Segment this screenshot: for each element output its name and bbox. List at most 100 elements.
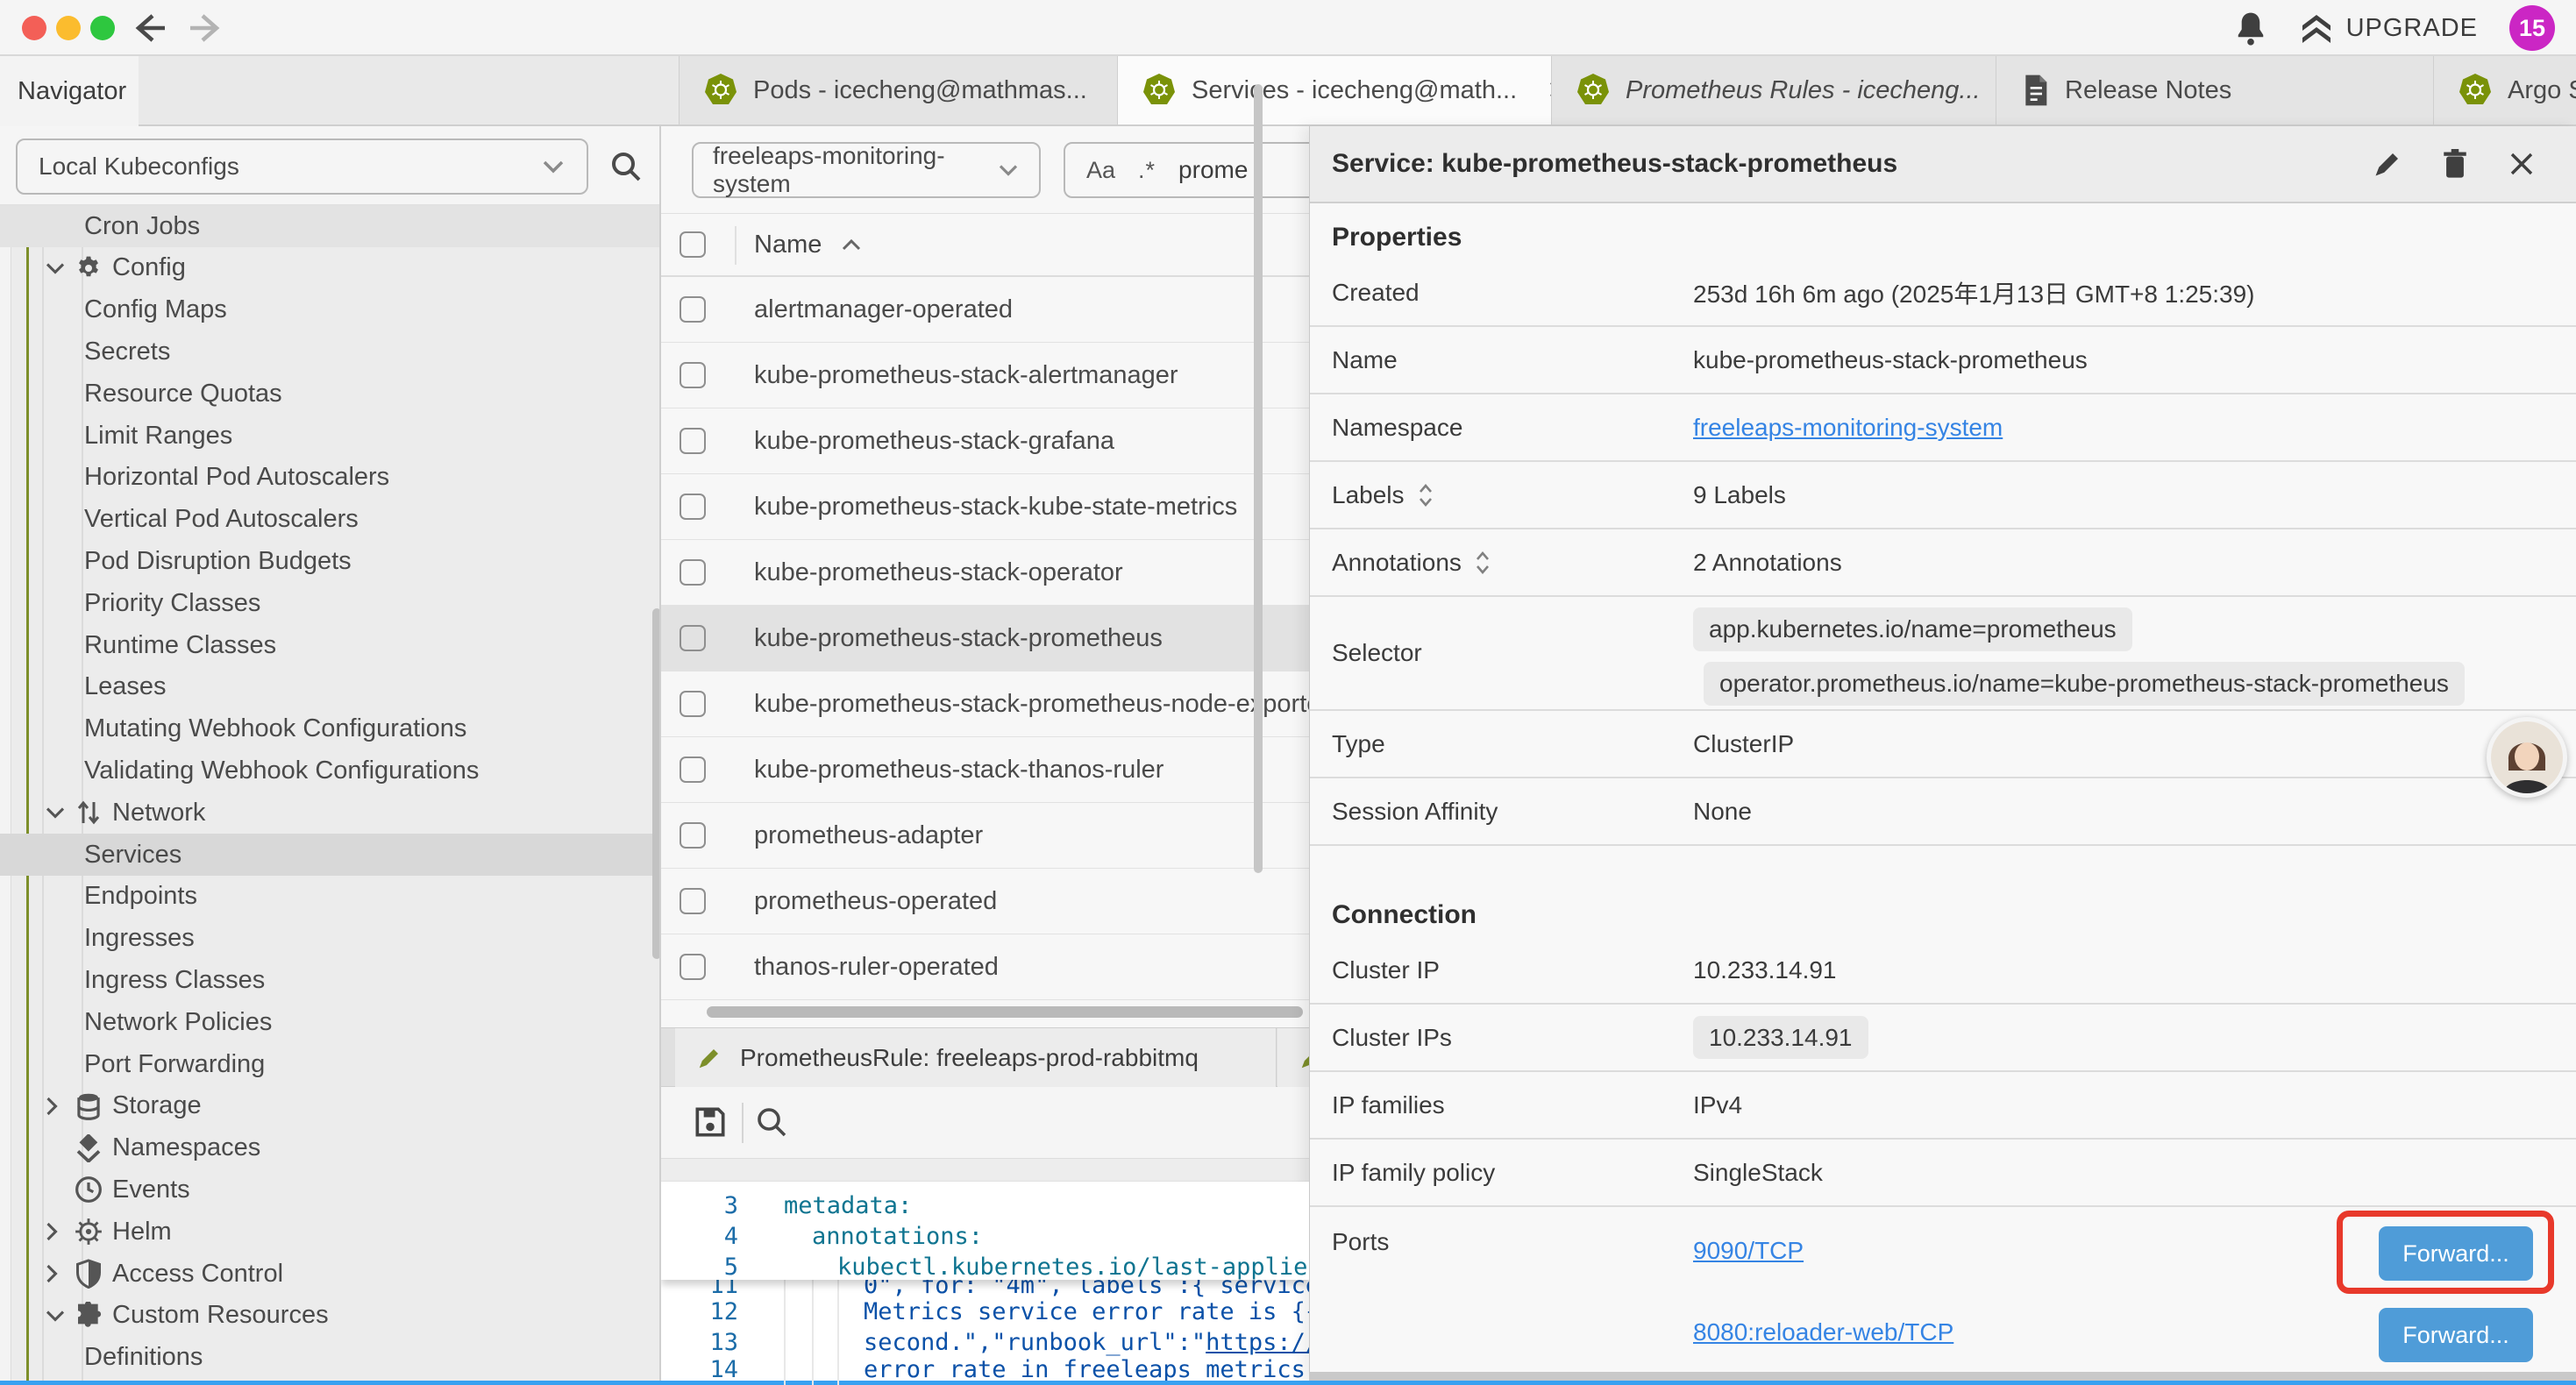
delete-trash-icon[interactable] xyxy=(2440,147,2470,181)
bell-icon[interactable] xyxy=(2234,10,2267,46)
forward-arrow-icon[interactable] xyxy=(187,11,225,46)
sidebar-item-mutating-webhook-configurations[interactable]: Mutating Webhook Configurations xyxy=(0,708,661,750)
sidebar-item-ingresses[interactable]: Ingresses xyxy=(0,918,661,960)
sidebar-item-secrets[interactable]: Secrets xyxy=(0,330,661,373)
sidebar-item-custom-resources[interactable]: Custom Resources xyxy=(0,1295,661,1337)
details-scrollbar[interactable] xyxy=(1254,84,1263,873)
regex-toggle[interactable]: .* xyxy=(1138,157,1156,184)
row-checkbox[interactable] xyxy=(680,296,706,323)
name-column-header[interactable]: Name xyxy=(754,231,862,259)
row-checkbox[interactable] xyxy=(680,954,706,980)
upgrade-button[interactable]: UPGRADE xyxy=(2299,11,2478,45)
window-tab-2[interactable]: Services - icecheng@math...✕ xyxy=(1118,56,1552,124)
port-link[interactable]: 8080:reloader-web/TCP xyxy=(1693,1318,1953,1346)
sidebar-item-services[interactable]: Services xyxy=(0,834,661,876)
notification-count-badge[interactable]: 15 xyxy=(2509,5,2555,51)
table-row[interactable]: prometheus-operated xyxy=(661,869,1309,934)
sidebar-item-vertical-pod-autoscalers[interactable]: Vertical Pod Autoscalers xyxy=(0,499,661,541)
chevron-right-icon[interactable] xyxy=(44,1262,60,1285)
sidebar-item-leases[interactable]: Leases xyxy=(0,666,661,708)
filter-input[interactable]: Aa .* prome xyxy=(1064,142,1309,198)
close-tab-icon[interactable]: ✕ xyxy=(1533,75,1552,106)
search-icon[interactable] xyxy=(754,1104,789,1140)
editor-tab-prometheusrule[interactable]: PrometheusRule: freeleaps-prod-rabbitmq xyxy=(675,1028,1277,1088)
sidebar-item-config-maps[interactable]: Config Maps xyxy=(0,289,661,331)
sidebar-item-horizontal-pod-autoscalers[interactable]: Horizontal Pod Autoscalers xyxy=(0,457,661,499)
navigator-tab[interactable]: Navigator xyxy=(0,56,139,126)
sidebar-item-namespaces[interactable]: Namespaces xyxy=(0,1127,661,1169)
sidebar-item-priority-classes[interactable]: Priority Classes xyxy=(0,582,661,624)
kubeconfig-select[interactable]: Local Kubeconfigs xyxy=(16,138,588,195)
traffic-light-close[interactable] xyxy=(22,16,46,40)
sidebar-item-cron-jobs[interactable]: Cron Jobs xyxy=(0,205,661,247)
close-icon[interactable] xyxy=(2507,149,2537,179)
chevron-right-icon[interactable] xyxy=(44,1095,60,1118)
traffic-light-maximize[interactable] xyxy=(90,16,115,40)
horizontal-scrollbar[interactable] xyxy=(707,1006,1303,1018)
sidebar-item-storage[interactable]: Storage xyxy=(0,1085,661,1127)
table-row[interactable]: kube-prometheus-stack-thanos-ruler xyxy=(661,737,1309,803)
search-icon[interactable] xyxy=(608,149,644,184)
sidebar-item-pod-disruption-budgets[interactable]: Pod Disruption Budgets xyxy=(0,540,661,582)
row-checkbox[interactable] xyxy=(680,691,706,717)
window-tab-1[interactable]: Pods - icecheng@mathmas... xyxy=(680,56,1118,124)
table-row[interactable]: kube-prometheus-stack-kube-state-metrics xyxy=(661,474,1309,540)
sidebar-item-config[interactable]: Config xyxy=(0,247,661,289)
detail-value: freeleaps-monitoring-system xyxy=(1693,414,2003,442)
row-checkbox[interactable] xyxy=(680,559,706,586)
table-row[interactable]: prometheus-adapter xyxy=(661,803,1309,869)
table-row[interactable]: kube-prometheus-stack-prometheus xyxy=(661,606,1309,671)
sidebar-item-port-forwarding[interactable]: Port Forwarding xyxy=(0,1043,661,1085)
sidebar-item-validating-webhook-configurations[interactable]: Validating Webhook Configurations xyxy=(0,749,661,792)
forward-button[interactable]: Forward... xyxy=(2379,1308,2533,1362)
sidebar-item-helm[interactable]: Helm xyxy=(0,1211,661,1253)
table-row[interactable]: kube-prometheus-stack-prometheus-node-ex… xyxy=(661,671,1309,737)
row-checkbox[interactable] xyxy=(680,362,706,388)
port-link[interactable]: 9090/TCP xyxy=(1693,1237,1804,1265)
sidebar-item-runtime-classes[interactable]: Runtime Classes xyxy=(0,624,661,666)
row-checkbox[interactable] xyxy=(680,888,706,914)
sidebar-item-resource-quotas[interactable]: Resource Quotas xyxy=(0,373,661,415)
window-tab-3[interactable]: Prometheus Rules - icecheng... xyxy=(1552,56,1996,124)
table-row[interactable]: alertmanager-operated xyxy=(661,277,1309,343)
expand-collapse-icon[interactable] xyxy=(1417,481,1434,509)
code-link[interactable]: https://netdata.cloud/alerts xyxy=(1206,1329,1309,1356)
expand-collapse-icon[interactable] xyxy=(1474,549,1491,577)
row-checkbox[interactable] xyxy=(680,625,706,651)
chevron-down-icon[interactable] xyxy=(44,1308,67,1324)
row-checkbox[interactable] xyxy=(680,494,706,520)
match-case-toggle[interactable]: Aa xyxy=(1086,157,1115,184)
namespace-link[interactable]: freeleaps-monitoring-system xyxy=(1693,414,2003,441)
sidebar-scrollbar[interactable] xyxy=(652,608,661,959)
sidebar-item-network-policies[interactable]: Network Policies xyxy=(0,1001,661,1043)
row-checkbox[interactable] xyxy=(680,756,706,783)
editor-tab-partial[interactable] xyxy=(1277,1028,1309,1088)
yaml-editor[interactable]: 110", for: "4m", labels :{ service : f12… xyxy=(661,1182,1309,1385)
row-checkbox[interactable] xyxy=(680,822,706,849)
traffic-light-minimize[interactable] xyxy=(56,16,81,40)
table-row[interactable]: kube-prometheus-stack-operator xyxy=(661,540,1309,606)
back-arrow-icon[interactable] xyxy=(130,11,168,46)
sidebar-item-endpoints[interactable]: Endpoints xyxy=(0,876,661,918)
namespace-select[interactable]: freeleaps-monitoring-system xyxy=(692,142,1041,198)
sidebar-item-definitions[interactable]: Definitions xyxy=(0,1337,661,1379)
window-tab-5[interactable]: Argo Se xyxy=(2434,56,2576,124)
sidebar-item-access-control[interactable]: Access Control xyxy=(0,1253,661,1295)
select-all-checkbox[interactable] xyxy=(680,231,706,258)
chevron-right-icon[interactable] xyxy=(44,1220,60,1243)
forward-button[interactable]: Forward... xyxy=(2379,1226,2533,1281)
table-row[interactable]: kube-prometheus-stack-grafana xyxy=(661,408,1309,474)
sidebar-item-events[interactable]: Events xyxy=(0,1168,661,1211)
window-tab-4[interactable]: Release Notes xyxy=(1996,56,2434,124)
chevron-down-icon[interactable] xyxy=(44,805,67,820)
table-row[interactable]: kube-prometheus-stack-alertmanager xyxy=(661,343,1309,408)
row-checkbox[interactable] xyxy=(680,428,706,454)
chevron-down-icon[interactable] xyxy=(44,260,67,276)
sidebar-item-ingress-classes[interactable]: Ingress Classes xyxy=(0,959,661,1001)
sidebar-item-limit-ranges[interactable]: Limit Ranges xyxy=(0,415,661,457)
avatar[interactable] xyxy=(2487,717,2567,798)
edit-pencil-icon[interactable] xyxy=(2372,148,2403,180)
save-icon[interactable] xyxy=(691,1103,729,1141)
table-row[interactable]: thanos-ruler-operated xyxy=(661,934,1309,1000)
sidebar-item-network[interactable]: Network xyxy=(0,792,661,834)
